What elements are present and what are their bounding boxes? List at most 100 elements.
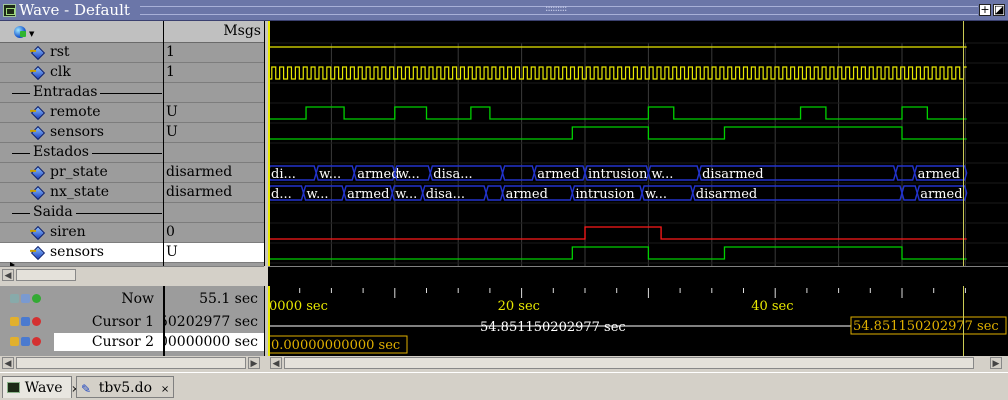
- signal-icon: [30, 225, 46, 241]
- remove-cursor-icon[interactable]: [32, 337, 41, 346]
- cursor1-value-cell: 50202977 sec: [164, 312, 264, 332]
- cursor1-time-label: 54.851150202977 sec: [480, 320, 626, 335]
- signal-row[interactable]: clk 1: [0, 63, 264, 83]
- scroll-left-arrow[interactable]: ◀: [2, 269, 14, 281]
- undock-button[interactable]: ◪: [993, 4, 1005, 16]
- pr-state-bus-label: disa...: [433, 167, 472, 182]
- window-titlebar: ::::::::: Wave - Default + ◪: [0, 0, 1008, 21]
- cursor-col-divider: [164, 286, 165, 356]
- tab-label: Wave: [24, 380, 63, 396]
- wave-horizontal-scrollbar: [268, 266, 1008, 287]
- signal-icon: [30, 45, 46, 61]
- signal-row[interactable]: rst 1: [0, 43, 264, 63]
- time-ruler: [268, 267, 1008, 287]
- group-label: Estados: [30, 144, 92, 160]
- cursor2-value-cell: 00000000 sec: [164, 333, 264, 351]
- signal-name: nx_state: [50, 184, 109, 200]
- scroll-thumb[interactable]: [16, 269, 76, 281]
- row-column-divider: [163, 43, 164, 266]
- cursor-values-pane: 55.1 sec 50202977 sec 00000000 sec: [164, 286, 264, 356]
- close-icon[interactable]: ×: [161, 384, 169, 395]
- now-value: 55.1 sec: [199, 291, 258, 307]
- wave-tab-icon: [7, 382, 20, 393]
- pr-state-bus-label: armed: [537, 167, 579, 182]
- pr-state-bus-label: w...: [319, 167, 341, 182]
- sensors-out-waveform: [268, 246, 967, 260]
- waveform-canvas[interactable]: di... w... armedw... disa... armed intrusion w…: [268, 21, 1008, 266]
- remove-cursor-icon[interactable]: [32, 317, 41, 326]
- ruler-tick-label: 20 sec: [498, 299, 540, 314]
- signal-name: sensors: [50, 124, 104, 140]
- cursor-ruler: 0000 sec 20 sec 40 sec 54.851150202977 sec 5…: [268, 286, 1007, 356]
- row-separator: [0, 262, 264, 263]
- document-tabbar: Wave × ✎ tbv5.do ×: [0, 372, 1008, 400]
- signal-value: U: [166, 104, 178, 120]
- nx-state-bus-segment: [485, 185, 504, 201]
- scroll-right-arrow[interactable]: ▶: [248, 357, 260, 369]
- group-label: Entradas: [30, 84, 101, 100]
- signal-value: 1: [166, 64, 175, 80]
- pr-state-bus-label: disarmed: [702, 167, 763, 182]
- names-horizontal-scrollbar[interactable]: ◀: [0, 266, 264, 286]
- nx-state-bus-label: d...: [271, 187, 292, 202]
- signal-value: U: [166, 124, 178, 140]
- waveform-display[interactable]: di... w... armed w... disa... armed intrusion w…: [268, 21, 1008, 266]
- cursor1-box-label: 54.851150202977 sec: [853, 319, 999, 334]
- cursor-pane-divider: [264, 286, 268, 356]
- wrench-icon[interactable]: [21, 317, 30, 326]
- scroll-thumb[interactable]: [284, 357, 974, 369]
- pr-state-bus-label: armed: [918, 167, 960, 182]
- signal-name: siren: [50, 224, 86, 240]
- cursor1-label: Cursor 1: [91, 314, 154, 330]
- signal-icon: [30, 105, 46, 121]
- signal-value: disarmed: [166, 184, 233, 200]
- maximize-button[interactable]: +: [979, 4, 991, 16]
- lock-icon[interactable]: [10, 317, 19, 326]
- tab-tbv5-do[interactable]: ✎ tbv5.do ×: [76, 376, 174, 398]
- signal-icon: [30, 65, 46, 81]
- cursor-labels-pane: Now Cursor 1 Cursor 2: [0, 286, 163, 356]
- signal-name: clk: [50, 64, 71, 80]
- signal-icon: [30, 245, 46, 261]
- signal-row[interactable]: siren 0: [0, 223, 264, 243]
- signal-row[interactable]: nx_state disarmed: [0, 183, 264, 203]
- titlebar-grip-dots: :::::::::: [545, 3, 567, 14]
- nx-state-bus-label: armed: [347, 187, 389, 202]
- signal-row[interactable]: sensors U: [0, 123, 264, 143]
- group-label: Saida: [30, 204, 76, 220]
- now-value-cell: 55.1 sec: [164, 289, 264, 309]
- signal-row[interactable]: pr_state disarmed: [0, 163, 264, 183]
- signal-value: 1: [166, 44, 175, 60]
- add-cursor-icon[interactable]: [32, 294, 41, 303]
- signal-row[interactable]: sensors U: [0, 243, 264, 263]
- monitor-icon[interactable]: [21, 294, 30, 303]
- signal-value: U: [166, 244, 178, 260]
- scroll-right-arrow[interactable]: ▶: [990, 357, 1002, 369]
- ruler-tick-label: 0000 sec: [269, 299, 328, 314]
- nx-state-bus-label: w...: [645, 187, 667, 202]
- scroll-thumb[interactable]: [16, 357, 246, 369]
- signal-group[interactable]: Entradas: [0, 83, 264, 103]
- wave-window-icon: [3, 4, 16, 17]
- now-label: Now: [121, 291, 154, 307]
- signal-name: remote: [50, 104, 101, 120]
- signal-row[interactable]: remote U: [0, 103, 264, 123]
- zoom-icon[interactable]: [10, 294, 19, 303]
- signal-group[interactable]: Estados: [0, 143, 264, 163]
- signal-name: sensors: [50, 244, 104, 260]
- wave-time-scrollbar[interactable]: ◀ ▶: [268, 356, 1008, 372]
- signal-group[interactable]: Saida: [0, 203, 264, 223]
- pr-state-bus-label: di...: [271, 167, 296, 182]
- signal-icon: [30, 125, 46, 141]
- scroll-left-arrow[interactable]: ◀: [2, 357, 14, 369]
- cursor-names-scrollbar[interactable]: ◀ ▶: [0, 356, 264, 372]
- scroll-left-arrow[interactable]: ◀: [270, 357, 282, 369]
- tab-wave[interactable]: Wave ×: [2, 376, 80, 398]
- wave-tool-icon[interactable]: ▼: [14, 24, 34, 39]
- nx-state-bus-label: armed: [920, 187, 962, 202]
- lock-icon[interactable]: [10, 337, 19, 346]
- pr-state-bus-segment: [894, 165, 916, 181]
- sensors-waveform: [268, 126, 967, 140]
- wrench-icon[interactable]: [21, 337, 30, 346]
- clk-waveform: [268, 66, 967, 80]
